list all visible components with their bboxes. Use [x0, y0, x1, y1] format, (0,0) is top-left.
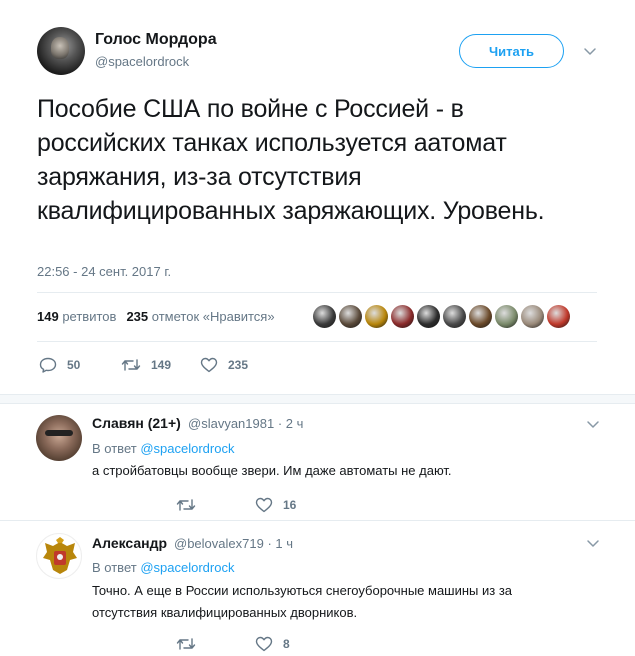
liker-avatar[interactable] [547, 305, 570, 328]
reply-author-name[interactable]: Александр [92, 535, 167, 551]
liker-avatar[interactable] [521, 305, 544, 328]
main-tweet: Голос Мордора @spacelordrock Читать Посо… [0, 0, 635, 394]
reply-prefix: В ответ [92, 560, 137, 575]
retweet-action[interactable] [176, 636, 206, 652]
reply-action[interactable]: 50 [39, 357, 80, 373]
reply-text: Точно. А еще в России используються снег… [92, 583, 513, 620]
likes-stat[interactable]: 235 отметок «Нравится» [126, 309, 274, 324]
likes-count: 235 [126, 309, 149, 324]
liker-avatar[interactable] [495, 305, 518, 328]
retweet-icon [121, 359, 141, 371]
reply-author-name[interactable]: Славян (21+) [92, 415, 181, 431]
chevron-down-icon[interactable] [583, 44, 597, 58]
reply-prefix: В ответ [92, 441, 137, 456]
retweet-count: 149 [151, 358, 172, 372]
like-action[interactable]: 8 [255, 636, 290, 652]
like-action[interactable]: 235 [200, 357, 248, 373]
likes-label: отметок «Нравится» [151, 309, 275, 324]
heart-icon [255, 497, 273, 513]
avatar[interactable] [36, 533, 82, 579]
author-handle[interactable]: @spacelordrock [95, 54, 189, 69]
liker-avatar[interactable] [365, 305, 388, 328]
reply-context: В ответ @spacelordrock [92, 560, 234, 575]
tweet-timestamp[interactable]: 22:56 - 24 сент. 2017 г. [37, 264, 171, 279]
chevron-down-icon[interactable] [586, 417, 600, 431]
retweet-icon [176, 499, 196, 511]
chevron-down-icon[interactable] [586, 536, 600, 550]
follow-button[interactable]: Читать [459, 34, 564, 68]
retweet-action[interactable] [176, 497, 206, 513]
reply-author-handle[interactable]: @belovalex719 · 1 ч [174, 536, 293, 551]
reply-time: · 1 ч [267, 536, 294, 551]
reply-count: 50 [67, 358, 81, 372]
liker-avatar[interactable] [391, 305, 414, 328]
like-action[interactable]: 16 [255, 497, 296, 513]
liker-avatar[interactable] [443, 305, 466, 328]
retweets-label: ретвитов [62, 309, 117, 324]
reply-mention-link[interactable]: @spacelordrock [140, 441, 234, 456]
sunglasses-shape [45, 430, 73, 436]
liker-avatar[interactable] [339, 305, 362, 328]
tweet-text: Пособие США по войне с Россией - в росси… [37, 95, 545, 225]
retweets-stat[interactable]: 149 ретвитов [37, 309, 116, 324]
avatar[interactable] [36, 415, 82, 461]
retweet-action[interactable]: 149 [121, 357, 171, 373]
liker-avatar[interactable] [313, 305, 336, 328]
divider [37, 341, 597, 342]
heart-icon [200, 357, 218, 373]
retweet-icon [176, 638, 196, 650]
reply-icon [39, 357, 57, 373]
reply-text: а стройбатовцы вообще звери. Им даже авт… [92, 463, 452, 478]
avatar[interactable] [37, 27, 85, 75]
likers-avatars [313, 305, 570, 328]
reply-author-handle[interactable]: @slavyan1981 · 2 ч [188, 416, 303, 431]
divider [0, 520, 635, 521]
retweets-count: 149 [37, 309, 59, 324]
reply-context: В ответ @spacelordrock [92, 441, 234, 456]
liker-avatar[interactable] [417, 305, 440, 328]
coat-of-arms-icon [43, 537, 77, 574]
heart-icon [255, 636, 273, 652]
like-count: 8 [283, 637, 290, 651]
like-count: 16 [283, 498, 297, 512]
divider [37, 292, 597, 293]
reply-time: · 2 ч [277, 416, 304, 431]
tweet-stats: 149 ретвитов 235 отметок «Нравится» [37, 309, 275, 324]
reply-mention-link[interactable]: @spacelordrock [140, 560, 234, 575]
like-count: 235 [228, 358, 249, 372]
reply-handle: @slavyan1981 [188, 416, 275, 431]
liker-avatar[interactable] [469, 305, 492, 328]
section-separator [0, 394, 635, 404]
author-name[interactable]: Голос Мордора [95, 31, 217, 49]
reply-handle: @belovalex719 [174, 536, 264, 551]
